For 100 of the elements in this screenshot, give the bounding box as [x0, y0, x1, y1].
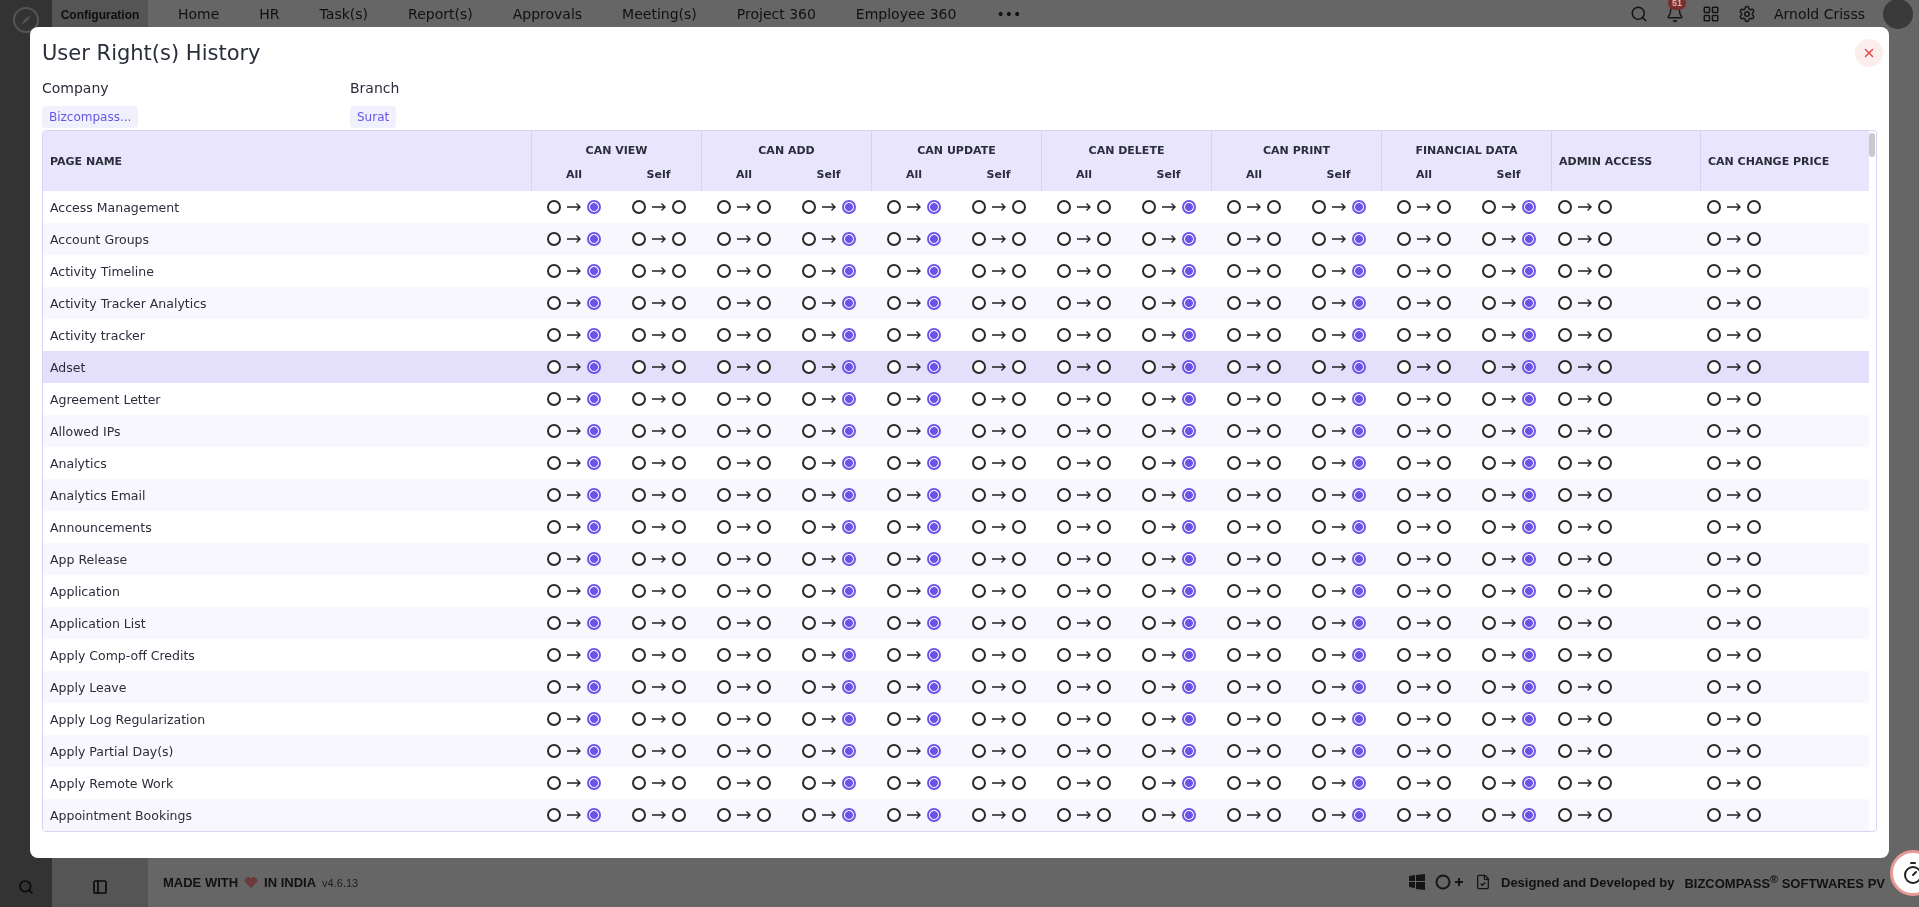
column-subheader: All	[871, 157, 956, 191]
arrow-icon	[990, 394, 1007, 404]
nav-item[interactable]: Meeting(s)	[622, 5, 697, 22]
page-name-cell: Activity Tracker Analytics	[43, 287, 531, 319]
arrow-icon	[1245, 330, 1262, 340]
page-name-cell: Account Groups	[43, 223, 531, 255]
support-add-icon[interactable]	[1435, 874, 1465, 891]
windows-icon[interactable]	[1409, 874, 1425, 891]
heart-icon	[244, 876, 259, 889]
notification-badge: 51	[1667, 0, 1686, 10]
close-icon	[1862, 46, 1876, 60]
arrow-icon	[1330, 522, 1347, 532]
arrow-icon	[1500, 266, 1517, 276]
arrow-icon	[1160, 714, 1177, 724]
arrow-icon	[565, 394, 582, 404]
nav-item[interactable]: •••	[996, 5, 1022, 22]
arrow-icon	[650, 714, 667, 724]
column-header: CAN UPDATE	[871, 131, 1041, 157]
arrow-icon	[905, 266, 922, 276]
sidebar-toggle-icon[interactable]	[92, 879, 108, 895]
nav-item[interactable]: Approvals	[512, 5, 583, 22]
arrow-icon	[1726, 330, 1742, 340]
arrow-icon	[1500, 458, 1517, 468]
search-icon[interactable]	[1629, 4, 1648, 23]
arrow-icon	[1726, 618, 1742, 628]
arrow-icon	[1245, 810, 1262, 820]
page-name-cell: App Release	[43, 543, 531, 575]
arrow-icon	[1075, 298, 1092, 308]
arrow-icon	[735, 778, 752, 788]
arrow-icon	[905, 362, 922, 372]
user-name[interactable]: Arnold Crisss	[1773, 5, 1865, 22]
arrow-icon	[1500, 298, 1517, 308]
arrow-icon	[565, 330, 582, 340]
nav-item[interactable]: Report(s)	[408, 5, 473, 22]
arrow-icon	[1415, 522, 1432, 532]
arrow-icon	[1577, 618, 1593, 628]
page-name-cell: Adset	[43, 351, 531, 383]
close-button[interactable]	[1855, 39, 1883, 67]
nav-item[interactable]: Task(s)	[319, 5, 369, 22]
arrow-icon	[1160, 682, 1177, 692]
arrow-icon	[990, 522, 1007, 532]
brand-text: BIZCOMPASS$^{®}$ SOFTWARES PV	[1684, 873, 1885, 892]
arrow-icon	[1415, 746, 1432, 756]
stopwatch-icon	[1901, 861, 1919, 885]
arrow-icon	[1160, 426, 1177, 436]
settings-icon[interactable]	[1737, 4, 1756, 23]
apps-icon[interactable]	[1701, 4, 1720, 23]
arrow-icon	[650, 554, 667, 564]
arrow-icon	[1415, 330, 1432, 340]
arrow-icon	[650, 202, 667, 212]
arrow-icon	[1330, 810, 1347, 820]
arrow-icon	[735, 330, 752, 340]
arrow-icon	[905, 586, 922, 596]
column-header: FINANCIAL DATA	[1381, 131, 1551, 157]
arrow-icon	[1577, 362, 1593, 372]
arrow-icon	[990, 586, 1007, 596]
nav-item[interactable]: Project 360	[736, 5, 816, 22]
column-subheader: All	[1041, 157, 1126, 191]
nav-item[interactable]: Home	[178, 5, 220, 22]
arrow-icon	[735, 202, 752, 212]
arrow-icon	[565, 458, 582, 468]
arrow-icon	[735, 586, 752, 596]
arrow-icon	[820, 202, 837, 212]
arrow-icon	[1075, 202, 1092, 212]
modal-title: User Right(s) History	[42, 41, 261, 65]
arrow-icon	[1415, 810, 1432, 820]
arrow-icon	[990, 490, 1007, 500]
column-subheader: All	[1381, 157, 1466, 191]
arrow-icon	[1577, 586, 1593, 596]
arrow-icon	[565, 586, 582, 596]
arrow-icon	[1577, 650, 1593, 660]
arrow-icon	[565, 682, 582, 692]
arrow-icon	[820, 298, 837, 308]
arrow-icon	[1415, 202, 1432, 212]
document-icon[interactable]	[1475, 874, 1491, 891]
arrow-icon	[1245, 778, 1262, 788]
column-header: CAN CHANGE PRICE	[1700, 131, 1869, 191]
nav-item[interactable]: Employee 360	[855, 5, 957, 22]
arrow-icon	[1415, 714, 1432, 724]
arrow-icon	[820, 234, 837, 244]
arrow-icon	[1245, 554, 1262, 564]
arrow-icon	[820, 810, 837, 820]
arrow-icon	[1726, 682, 1742, 692]
arrow-icon	[1726, 394, 1742, 404]
arrow-icon	[1726, 522, 1742, 532]
nav-item[interactable]: HR	[259, 5, 280, 22]
arrow-icon	[1726, 714, 1742, 724]
arrow-icon	[1577, 714, 1593, 724]
avatar[interactable]	[1883, 0, 1913, 29]
column-header: PAGE NAME	[43, 131, 531, 191]
arrow-icon	[565, 426, 582, 436]
arrow-icon	[1245, 298, 1262, 308]
arrow-icon	[820, 746, 837, 756]
arrow-icon	[565, 554, 582, 564]
arrow-icon	[650, 746, 667, 756]
arrow-icon	[650, 298, 667, 308]
scrollbar-thumb[interactable]	[1869, 133, 1875, 157]
arrow-icon	[1160, 458, 1177, 468]
arrow-icon	[565, 234, 582, 244]
arrow-icon	[650, 330, 667, 340]
